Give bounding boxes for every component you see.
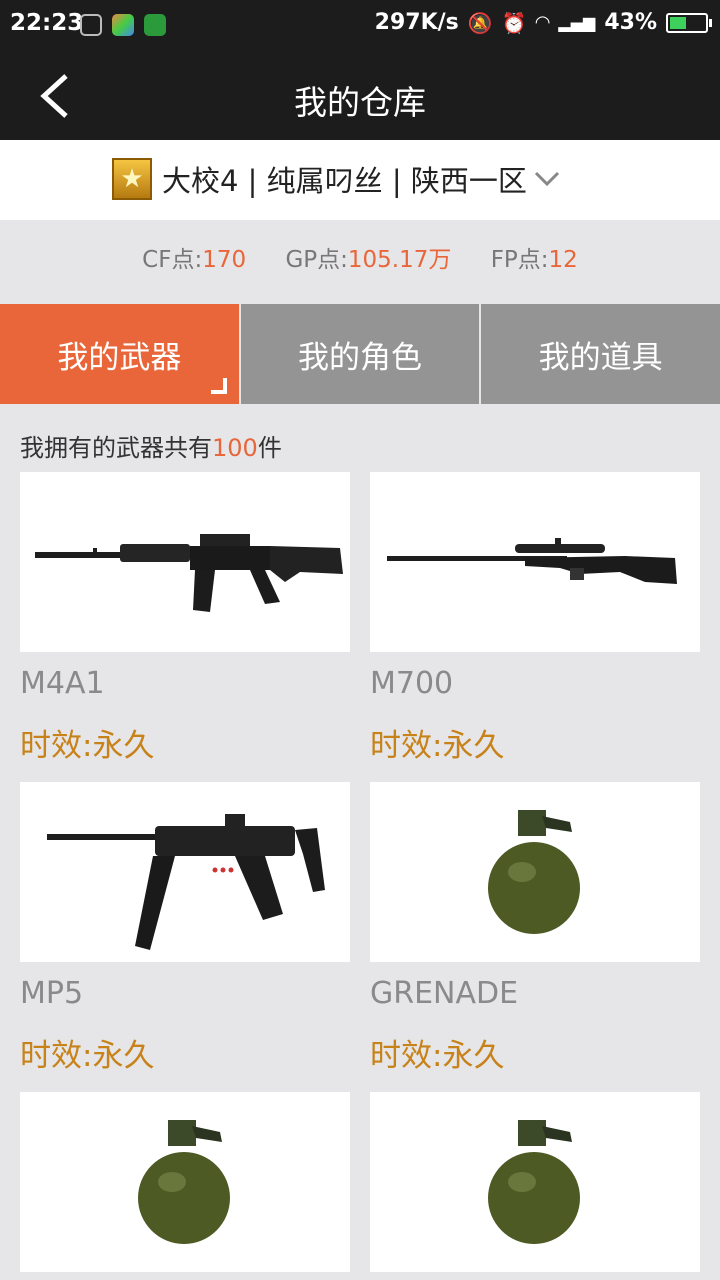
- fp-points: FP点:12: [490, 247, 578, 273]
- page-title: 我的仓库: [294, 83, 426, 122]
- weapon-name: M700: [370, 666, 454, 701]
- weapon-card[interactable]: [370, 1092, 700, 1272]
- battery-icon: [666, 12, 712, 33]
- network-speed: 297K/s: [374, 10, 459, 35]
- weapon-card[interactable]: GRENADE 时效:永久: [370, 782, 700, 1075]
- weapon-duration: 时效:永久: [370, 728, 505, 764]
- weapon-count: 我拥有的武器共有100件: [20, 434, 282, 462]
- weapon-card[interactable]: MP5 时效:永久: [20, 782, 350, 1075]
- smg-icon: [20, 782, 350, 962]
- grenade-icon: [20, 1092, 350, 1272]
- rifle-icon: [20, 472, 350, 652]
- weapon-duration: 时效:永久: [20, 1038, 155, 1074]
- weapon-card[interactable]: M4A1 时效:永久: [20, 472, 350, 765]
- app-icon: [112, 14, 134, 36]
- alarm-icon: ⏰: [501, 10, 527, 35]
- tab-items[interactable]: 我的道具: [479, 304, 720, 404]
- grenade-icon: [370, 782, 700, 962]
- mute-icon: 🔕: [467, 10, 493, 35]
- signal-icon: ▂▄▆: [558, 13, 596, 32]
- battery-percent: 43%: [604, 10, 657, 35]
- shield-icon: [80, 14, 102, 36]
- chevron-down-icon[interactable]: [533, 169, 561, 189]
- tab-bar: 我的武器 我的角色 我的道具: [0, 304, 720, 404]
- rank-badge-icon: ★: [112, 158, 152, 200]
- weapon-card[interactable]: M700 时效:永久: [370, 472, 700, 765]
- grenade-icon: [370, 1092, 700, 1272]
- status-time: 22:23: [10, 10, 84, 36]
- wifi-icon: ◠: [535, 12, 550, 33]
- account-selector[interactable]: ★ 大校4 | 纯属叼丝 | 陕西一区: [0, 140, 720, 220]
- weapon-duration: 时效:永久: [20, 728, 155, 764]
- points-bar: CF点:170 GP点:105.17万 FP点:12: [0, 240, 720, 290]
- weapon-name: MP5: [20, 976, 84, 1011]
- account-info: 大校4 | 纯属叼丝 | 陕西一区: [162, 164, 527, 198]
- weapon-name: M4A1: [20, 666, 105, 701]
- weapon-card[interactable]: [20, 1092, 350, 1272]
- weapon-duration: 时效:永久: [370, 1038, 505, 1074]
- tab-weapons[interactable]: 我的武器: [0, 304, 239, 404]
- weapon-name: GRENADE: [370, 976, 519, 1011]
- cf-points: CF点:170: [142, 247, 247, 273]
- selected-corner-icon: [210, 378, 227, 394]
- gp-points: GP点:105.17万: [285, 247, 452, 273]
- app-bar: 我的仓库: [0, 52, 720, 140]
- status-bar: 22:23 297K/s 🔕 ⏰ ◠ ▂▄▆ 43%: [0, 0, 720, 52]
- sniper-icon: [370, 472, 700, 652]
- browser-icon: [144, 14, 166, 36]
- tab-roles[interactable]: 我的角色: [238, 304, 480, 404]
